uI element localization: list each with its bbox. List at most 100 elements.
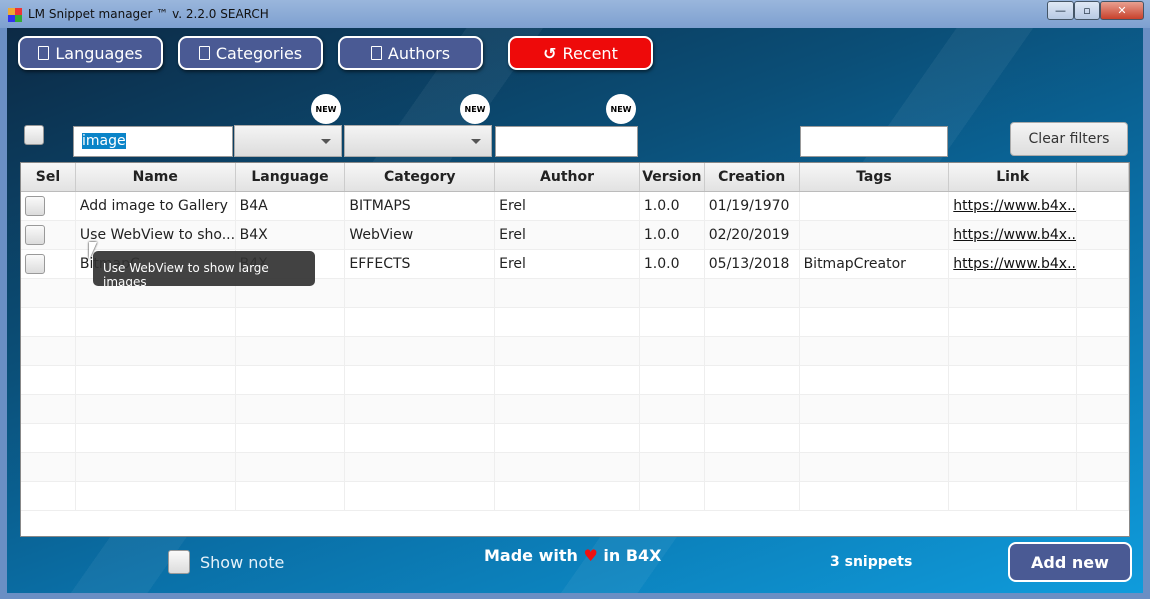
recent-button[interactable]: ↺ Recent [508,36,653,70]
cell-creation: 05/13/2018 [708,256,790,272]
show-note-checkbox[interactable] [168,550,190,574]
author-filter-input[interactable] [495,126,638,157]
made-with-prefix: Made with [484,546,578,565]
table-cell [495,279,640,307]
table-cell: Add image to Gallery [76,192,236,220]
snippets-table: Sel Name Language Category Author Version Crea… [20,162,1130,537]
table-cell [705,308,800,336]
table-cell: EFFECTS [345,250,496,278]
table-cell [21,482,76,510]
chevron-down-icon [321,139,331,144]
cell-language: B4A [239,198,268,214]
table-cell [495,366,640,394]
table-row[interactable] [21,366,1129,395]
table-cell [949,395,1078,423]
table-cell [76,482,236,510]
table-cell [236,366,346,394]
table-cell [21,192,76,220]
table-cell: Erel [495,250,640,278]
link[interactable]: https://www.b4x... [953,256,1076,272]
table-cell [705,366,800,394]
table-row[interactable] [21,308,1129,337]
categories-button[interactable]: Categories [178,36,323,70]
column-header[interactable]: Language [236,163,346,191]
table-cell [640,279,705,307]
column-header[interactable]: Tags [800,163,950,191]
row-checkbox[interactable] [25,254,45,274]
column-header[interactable]: Name [76,163,236,191]
table-row[interactable] [21,395,1129,424]
table-cell [21,424,76,452]
column-header-filler[interactable] [1077,163,1129,191]
column-header[interactable]: Version [640,163,705,191]
table-cell [800,221,950,249]
link[interactable]: https://www.b4x... [953,198,1076,214]
table-cell [236,482,346,510]
table-cell [76,366,236,394]
column-header[interactable]: Sel [21,163,76,191]
table-cell [1077,424,1129,452]
table-cell [495,395,640,423]
table-cell [1077,192,1129,220]
table-row[interactable]: Add image to Gallery B4A BITMAPS Erel 1.0.0 0… [21,192,1129,221]
mouse-cursor-icon [89,242,97,260]
close-button[interactable]: ✕ [1100,1,1144,20]
table-cell [1077,366,1129,394]
document-icon [370,46,382,60]
table-cell [949,453,1078,481]
table-cell [236,453,346,481]
table-cell: WebView [345,221,496,249]
table-cell [345,424,496,452]
add-new-button[interactable]: Add new [1008,542,1132,582]
cell-category: BITMAPS [349,198,411,214]
row-checkbox[interactable] [25,196,45,216]
table-cell [1077,482,1129,510]
table-cell [705,482,800,510]
table-cell [236,424,346,452]
table-cell [21,221,76,249]
table-cell [76,308,236,336]
column-header[interactable]: Creation [705,163,800,191]
name-filter-input[interactable]: image [73,126,233,157]
new-badge: NEW [608,96,634,122]
languages-button[interactable]: Languages [18,36,163,70]
main-panel: Languages Categories Authors ↺ Recent NEW… [7,28,1143,593]
minimize-button[interactable]: — [1047,1,1074,20]
select-all-checkbox[interactable] [24,125,44,145]
table-row[interactable]: Use WebView to sho... B4X WebView Erel 1.0.0… [21,221,1129,250]
window-title: LM Snippet manager ™ v. 2.2.0 SEARCH [28,7,269,21]
maximize-button[interactable]: ▫ [1074,1,1100,20]
selected-text: image [82,133,126,149]
table-row[interactable] [21,453,1129,482]
column-header[interactable]: Category [345,163,496,191]
column-header[interactable]: Link [949,163,1078,191]
table-cell [705,395,800,423]
table-cell [345,279,496,307]
table-cell [1077,279,1129,307]
table-cell [345,337,496,365]
show-note-label: Show note [200,553,285,572]
table-cell [21,366,76,394]
table-cell [949,279,1078,307]
table-cell [1077,337,1129,365]
table-cell [949,337,1078,365]
button-label: Languages [55,43,143,63]
table-row[interactable] [21,424,1129,453]
language-filter-combo[interactable] [234,125,342,157]
category-filter-combo[interactable] [344,125,492,157]
cell-author: Erel [499,198,526,214]
table-cell [21,337,76,365]
table-cell: 01/19/1970 [705,192,800,220]
row-checkbox[interactable] [25,225,45,245]
table-cell: B4X [236,221,346,249]
link[interactable]: https://www.b4x... [953,227,1076,243]
table-cell [236,308,346,336]
table-row[interactable] [21,337,1129,366]
clear-filters-button[interactable]: Clear filters [1010,122,1128,156]
table-cell [800,424,950,452]
column-header[interactable]: Author [495,163,640,191]
made-with-text: Made with ♥ in B4X [484,546,662,565]
table-row[interactable] [21,482,1129,511]
tags-filter-input[interactable] [800,126,948,157]
authors-button[interactable]: Authors [338,36,483,70]
